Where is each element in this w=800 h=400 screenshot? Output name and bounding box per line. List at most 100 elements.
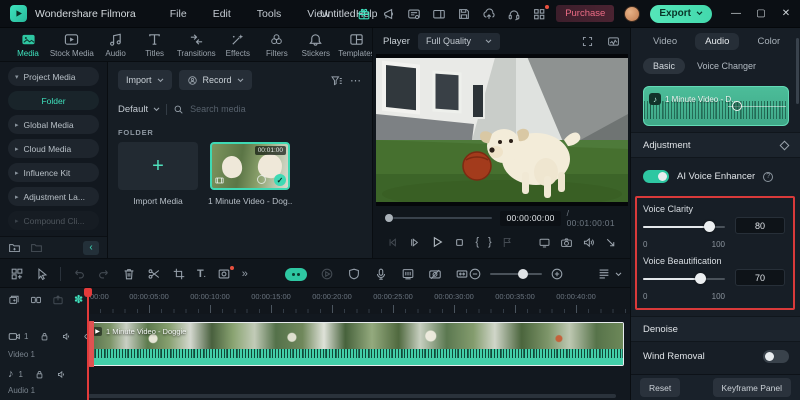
timeline-video-clip[interactable]: ▶1 Minute Video - Doggie: [88, 322, 624, 366]
filter-icon[interactable]: [330, 74, 343, 87]
previous-frame-icon[interactable]: [386, 236, 399, 249]
preview-render-icon[interactable]: [320, 267, 334, 281]
tab-stock-media[interactable]: Stock Media: [53, 32, 91, 58]
denoise-shield-icon[interactable]: [347, 267, 361, 281]
sort-dropdown[interactable]: Default: [118, 104, 160, 115]
text-tool-icon[interactable]: T.: [197, 268, 206, 280]
subtab-voice-changer[interactable]: Voice Changer: [697, 61, 756, 71]
playhead-line[interactable]: [87, 288, 89, 400]
audio-mixer-icon[interactable]: [401, 267, 415, 281]
delete-folder-icon[interactable]: [30, 241, 43, 254]
info-icon[interactable]: ?: [763, 172, 773, 182]
chevron-down-icon[interactable]: [615, 272, 622, 277]
fullscreen-icon[interactable]: [604, 236, 617, 249]
scrub-track[interactable]: [393, 217, 493, 219]
mute-track-icon[interactable]: [56, 369, 67, 380]
add-media-icon[interactable]: [8, 294, 20, 306]
reset-button[interactable]: Reset: [640, 378, 680, 397]
tab-video[interactable]: Video: [643, 33, 687, 50]
manage-tracks-icon[interactable]: [10, 267, 24, 281]
tab-filters[interactable]: Filters: [263, 32, 291, 58]
video-preview[interactable]: [376, 54, 628, 206]
split-icon[interactable]: [147, 267, 161, 281]
next-frame-icon[interactable]: [408, 236, 421, 249]
voice-clarity-value[interactable]: 80: [735, 217, 785, 234]
export-button[interactable]: Export: [650, 5, 712, 23]
tab-audio[interactable]: Audio: [102, 32, 130, 58]
marker-icon[interactable]: [501, 236, 514, 249]
sidebar-item-adjustment-layer[interactable]: ▸Adjustment La...: [8, 187, 99, 206]
collapse-sidebar-button[interactable]: ‹: [83, 241, 99, 255]
purchase-button[interactable]: Purchase: [556, 5, 614, 22]
sidebar-item-compound-clip[interactable]: ▸Compound Cli...: [8, 211, 99, 230]
voice-beautification-value[interactable]: 70: [735, 269, 785, 286]
support-icon[interactable]: [506, 6, 521, 21]
ai-audio-icon[interactable]: ✽: [74, 293, 83, 306]
more-options-icon[interactable]: ⋯: [350, 74, 362, 87]
select-tool-icon[interactable]: [35, 267, 49, 281]
tab-audio[interactable]: Audio: [695, 33, 739, 50]
media-clip-thumbnail[interactable]: 00:01:00 ✓: [210, 142, 290, 190]
slider-handle[interactable]: [695, 273, 706, 284]
cloud-upload-icon[interactable]: [481, 6, 496, 21]
tab-stickers[interactable]: Stickers: [302, 32, 330, 58]
track-list-icon[interactable]: [597, 267, 611, 281]
subtab-basic[interactable]: Basic: [643, 58, 685, 74]
link-clips-icon[interactable]: [30, 294, 42, 306]
sidebar-item-cloud-media[interactable]: ▸Cloud Media: [8, 139, 99, 158]
play-icon[interactable]: [430, 235, 444, 249]
scrub-handle[interactable]: [385, 214, 393, 222]
timeline-lanes[interactable]: ▶1 Minute Video - Doggie: [88, 314, 630, 400]
timeline-ruler[interactable]: 00:00 00:00:05:00 00:00:10:00 00:00:15:0…: [88, 288, 630, 314]
stop-icon[interactable]: [453, 236, 466, 249]
slider-handle[interactable]: [704, 221, 715, 232]
sidebar-item-folder[interactable]: Folder: [8, 91, 99, 110]
new-folder-icon[interactable]: [8, 241, 21, 254]
scopes-icon[interactable]: [607, 35, 620, 48]
denoise-section[interactable]: Denoise: [631, 316, 800, 342]
keyframe-dot[interactable]: [732, 101, 742, 111]
feedback-icon[interactable]: [406, 6, 421, 21]
sidebar-item-influence-kit[interactable]: ▸Influence Kit: [8, 163, 99, 182]
ai-voice-enhancer-toggle[interactable]: [643, 170, 669, 183]
redo-icon[interactable]: [97, 267, 111, 281]
export-clip-icon[interactable]: [52, 294, 64, 306]
timeline-scrollbar[interactable]: [88, 394, 616, 398]
wind-removal-toggle[interactable]: [763, 350, 789, 363]
mask-tool[interactable]: [217, 267, 231, 281]
more-tools-icon[interactable]: »: [242, 268, 248, 280]
snapshot-icon[interactable]: [560, 236, 573, 249]
tab-titles[interactable]: Titles: [141, 32, 169, 58]
menu-edit[interactable]: Edit: [213, 8, 231, 20]
quality-dropdown[interactable]: Full Quality: [418, 33, 500, 50]
delete-icon[interactable]: [122, 267, 136, 281]
apps-grid-icon[interactable]: [531, 6, 546, 21]
snapshot-disabled-icon[interactable]: [428, 267, 442, 281]
mark-in-icon[interactable]: {: [475, 237, 479, 248]
close-button[interactable]: ✕: [780, 8, 792, 19]
lock-track-icon[interactable]: [34, 369, 45, 380]
fit-timeline-icon[interactable]: [455, 267, 469, 281]
ai-audio-active-toggle[interactable]: [285, 268, 307, 281]
tab-effects[interactable]: Effects: [224, 32, 252, 58]
voice-clarity-slider[interactable]: [643, 221, 725, 232]
save-icon[interactable]: [456, 6, 471, 21]
detach-player-icon[interactable]: [581, 35, 594, 48]
properties-scrollbar[interactable]: [796, 38, 799, 104]
voiceover-mic-icon[interactable]: [374, 267, 388, 281]
tab-color[interactable]: Color: [747, 33, 790, 50]
record-button[interactable]: Record: [179, 70, 252, 90]
menu-file[interactable]: File: [170, 8, 187, 20]
lock-track-icon[interactable]: [39, 331, 50, 342]
voice-beautification-slider[interactable]: [643, 273, 725, 284]
tab-transitions[interactable]: Transitions: [180, 32, 213, 58]
crop-icon[interactable]: [172, 267, 186, 281]
keyframe-panel-button[interactable]: Keyframe Panel: [713, 378, 791, 397]
sidebar-item-global-media[interactable]: ▸Global Media: [8, 115, 99, 134]
volume-icon[interactable]: [582, 236, 595, 249]
search-input[interactable]: [190, 104, 362, 114]
minimize-button[interactable]: —: [730, 8, 742, 19]
layout-icon[interactable]: [431, 6, 446, 21]
whats-new-icon[interactable]: [381, 6, 396, 21]
undo-icon[interactable]: [72, 267, 86, 281]
